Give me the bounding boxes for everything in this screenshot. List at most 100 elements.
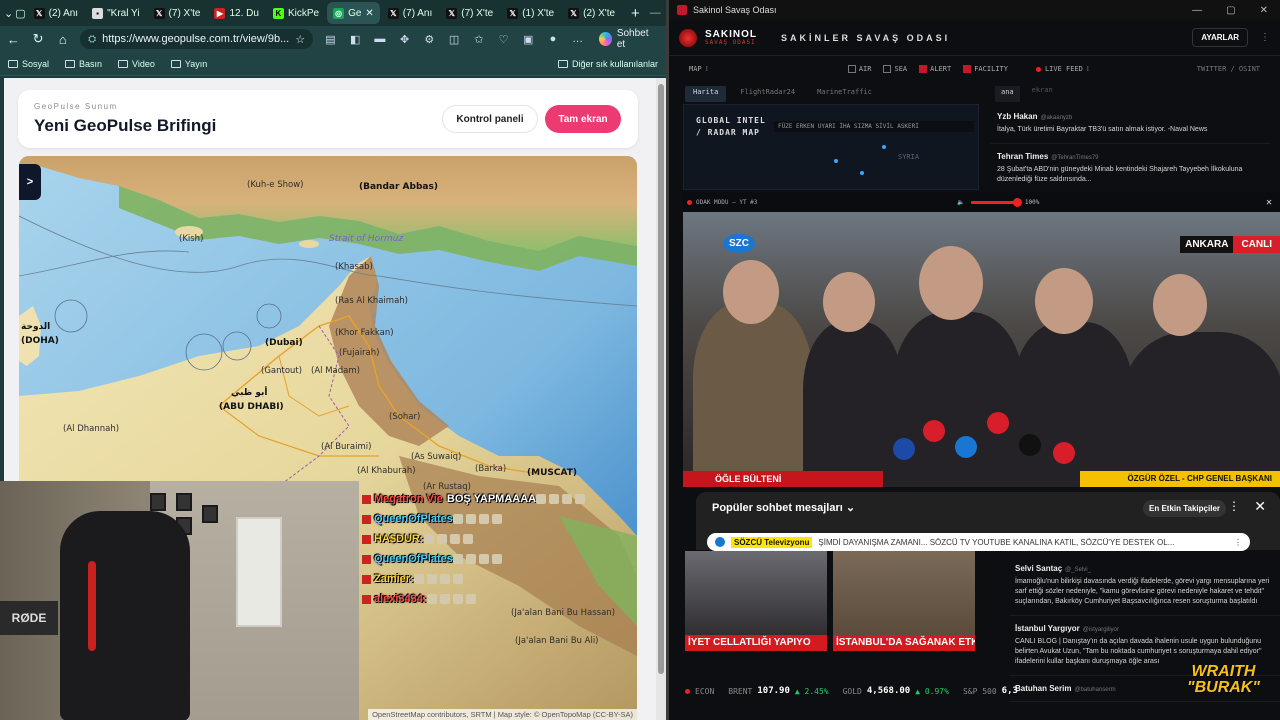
- browser-tab[interactable]: ◎ Ge ✕: [327, 2, 380, 24]
- tab-ana[interactable]: ana: [995, 86, 1020, 102]
- tab-harita[interactable]: Harita: [685, 86, 727, 102]
- fullscreen-button[interactable]: Tam ekran: [545, 105, 621, 133]
- close-icon[interactable]: ✕: [1260, 5, 1268, 16]
- collections-icon[interactable]: ▣: [521, 33, 536, 46]
- map-pin[interactable]: [834, 159, 838, 163]
- extension-icon-2[interactable]: ◧: [348, 33, 363, 46]
- radar-map[interactable]: GLOBAL INTEL / RADAR MAP FÜZE ERKEN UYAR…: [683, 104, 979, 190]
- new-tab-button[interactable]: +: [623, 5, 648, 22]
- live-city: ANKARA: [1180, 236, 1234, 253]
- map-label: (Ras Al Khaimah): [335, 296, 408, 306]
- browser-essentials-icon[interactable]: ♡: [496, 33, 511, 46]
- refresh-icon[interactable]: ↻: [31, 31, 46, 47]
- chat-message: alexi3434:: [362, 593, 602, 605]
- tab-close-icon[interactable]: ✕: [365, 8, 373, 19]
- maximize-icon[interactable]: ▢: [1226, 5, 1235, 16]
- speaker-icon[interactable]: 🔈: [957, 199, 964, 206]
- map-pin[interactable]: [860, 171, 864, 175]
- bookmark-folder-social[interactable]: Sosyal: [8, 59, 49, 69]
- close-chat-icon[interactable]: ✕: [1254, 498, 1266, 515]
- page-scrollbar[interactable]: [656, 78, 666, 720]
- tab-marinetraffic[interactable]: MarineTraffic: [809, 86, 880, 102]
- browser-tab[interactable]: 𝕏 (1) X'te: [501, 2, 560, 24]
- checkbox[interactable]: [883, 65, 892, 73]
- settings-button[interactable]: AYARLAR: [1192, 28, 1248, 47]
- volume-slider[interactable]: [970, 197, 1022, 207]
- minimize-icon[interactable]: —: [650, 7, 661, 20]
- news-video-player[interactable]: SZC ANKARA CANLI ÖĞLE BÜLTENİ ÖZGÜR ÖZEL…: [683, 212, 1280, 487]
- map-panel-toggle[interactable]: >: [19, 164, 41, 200]
- x-icon: 𝕏: [33, 7, 45, 19]
- app-header: SAKINOL SAVAŞ ODASI SAKİNLER SAVAŞ ODASI…: [669, 20, 1280, 56]
- sakinol-logo: [679, 28, 697, 47]
- bookmark-folder-video[interactable]: Video: [118, 59, 155, 69]
- copilot-button[interactable]: Sohbet et: [595, 28, 660, 50]
- site-info-icon[interactable]: ⛭: [88, 34, 96, 45]
- settings-icon[interactable]: ⚙: [422, 33, 437, 46]
- map-label: (Kish): [179, 234, 204, 244]
- video-thumbnail[interactable]: İYET CELLATLIĞI YAPIYO: [685, 551, 827, 661]
- filter-alert[interactable]: ALERT: [919, 65, 951, 73]
- favorites-icon[interactable]: ✩: [471, 33, 486, 46]
- extension-icon-4[interactable]: ✥: [397, 33, 412, 46]
- chat-message: QueenOfPlates: [362, 553, 602, 565]
- more-icon[interactable]: ⋮: [1260, 32, 1270, 43]
- close-video-icon[interactable]: ✕: [1266, 197, 1276, 208]
- map-label: Strait of Hormuz: [329, 234, 404, 244]
- geopulse-icon: ◎: [333, 7, 345, 19]
- filter-label: FACILITY: [974, 65, 1008, 73]
- extension-icon-3[interactable]: ▬: [373, 33, 388, 45]
- minimize-icon[interactable]: —: [1192, 5, 1202, 16]
- feed-post[interactable]: Selvi Santaç @_Selvi_ İmamoğlu'nun bilirki…: [1009, 556, 1280, 616]
- live-feed-list: Yzb Hakan @akaanyzb İtalya, Türk üretimi B…: [991, 104, 1271, 190]
- volume-knob[interactable]: [1012, 197, 1022, 207]
- checkbox[interactable]: [847, 65, 856, 73]
- chat-menu-icon[interactable]: ⋮: [1228, 499, 1240, 513]
- extension-icon[interactable]: ▤: [323, 33, 338, 46]
- video-thumbnail[interactable]: İSTANBUL'DA SAĞANAK ETKİSİ: [833, 551, 975, 661]
- tab-ekran[interactable]: ekran: [1032, 86, 1053, 102]
- volume-control[interactable]: 🔈 100%: [957, 197, 1039, 207]
- browser-tab[interactable]: 𝕏 (7) X'te: [148, 2, 207, 24]
- browser-tab[interactable]: 𝕏 (2) Anı: [28, 2, 84, 24]
- ticker-value: 6,3: [1001, 686, 1018, 696]
- live-feed-indicator: LIVE FEED ⁞: [1035, 65, 1089, 73]
- other-favorites-folder[interactable]: Diğer sık kullanılanlar: [557, 59, 658, 69]
- checkbox[interactable]: [963, 65, 972, 73]
- filter-sea[interactable]: SEA: [883, 65, 907, 73]
- popular-chat-dropdown[interactable]: Popüler sohbet mesajları ⌄: [712, 501, 855, 514]
- ticker-label: GOLD: [842, 686, 862, 696]
- browser-tab[interactable]: 𝕏 (7) X'te: [440, 2, 499, 24]
- feed-post[interactable]: Tehran Times @TehranTimes79 28 Şubat'ta AB…: [991, 144, 1271, 190]
- bookmark-folder-broadcast[interactable]: Yayın: [170, 59, 207, 69]
- tab-actions-icon[interactable]: ⌄: [4, 3, 13, 23]
- browser-tab[interactable]: ▪ "Kral Yi: [86, 2, 145, 24]
- scrollbar-thumb[interactable]: [658, 84, 664, 674]
- browser-tab[interactable]: 𝕏 (7) Anı: [382, 2, 438, 24]
- top-fans-button[interactable]: En Etkin Takipçiler: [1143, 500, 1226, 517]
- profile-avatar[interactable]: ●: [546, 33, 561, 45]
- filter-air[interactable]: AIR: [847, 65, 871, 73]
- pinned-chat-message[interactable]: SÖZCÜ Televizyonu ŞİMDİ DAYANIŞMA ZAMANI…: [707, 533, 1250, 551]
- home-icon[interactable]: ⌂: [55, 32, 70, 47]
- checkbox[interactable]: [919, 65, 928, 73]
- pinned-menu-icon[interactable]: ⋮: [1234, 538, 1242, 547]
- browser-tab[interactable]: ▶ 12. Du: [208, 2, 264, 24]
- workspaces-icon[interactable]: ▢: [15, 3, 25, 23]
- browser-tab[interactable]: 𝕏 (2) X'te: [562, 2, 621, 24]
- feed-post[interactable]: Yzb Hakan @akaanyzb İtalya, Türk üretimi B…: [991, 104, 1271, 144]
- tab-flightradar[interactable]: FlightRadar24: [732, 86, 803, 102]
- map-pin[interactable]: [882, 145, 886, 149]
- user-badge-icon: [362, 494, 371, 504]
- channel-logo: SZC: [723, 234, 755, 253]
- favorite-star-icon[interactable]: ☆: [295, 33, 305, 46]
- split-screen-icon[interactable]: ◫: [447, 33, 462, 46]
- browser-tab[interactable]: K KickPe: [267, 2, 325, 24]
- more-options-icon[interactable]: …: [570, 33, 585, 45]
- bookmark-folder-press[interactable]: Basın: [65, 59, 102, 69]
- address-bar[interactable]: ⛭ https://www.geopulse.com.tr/view/9b...…: [80, 29, 314, 49]
- filter-facility[interactable]: FACILITY: [963, 65, 1008, 73]
- back-icon[interactable]: ←: [6, 32, 21, 47]
- dashboard-button[interactable]: Kontrol paneli: [442, 105, 538, 133]
- focus-mode-bar: ODAK MODU — YT #3 🔈 100% ✕: [683, 192, 1280, 212]
